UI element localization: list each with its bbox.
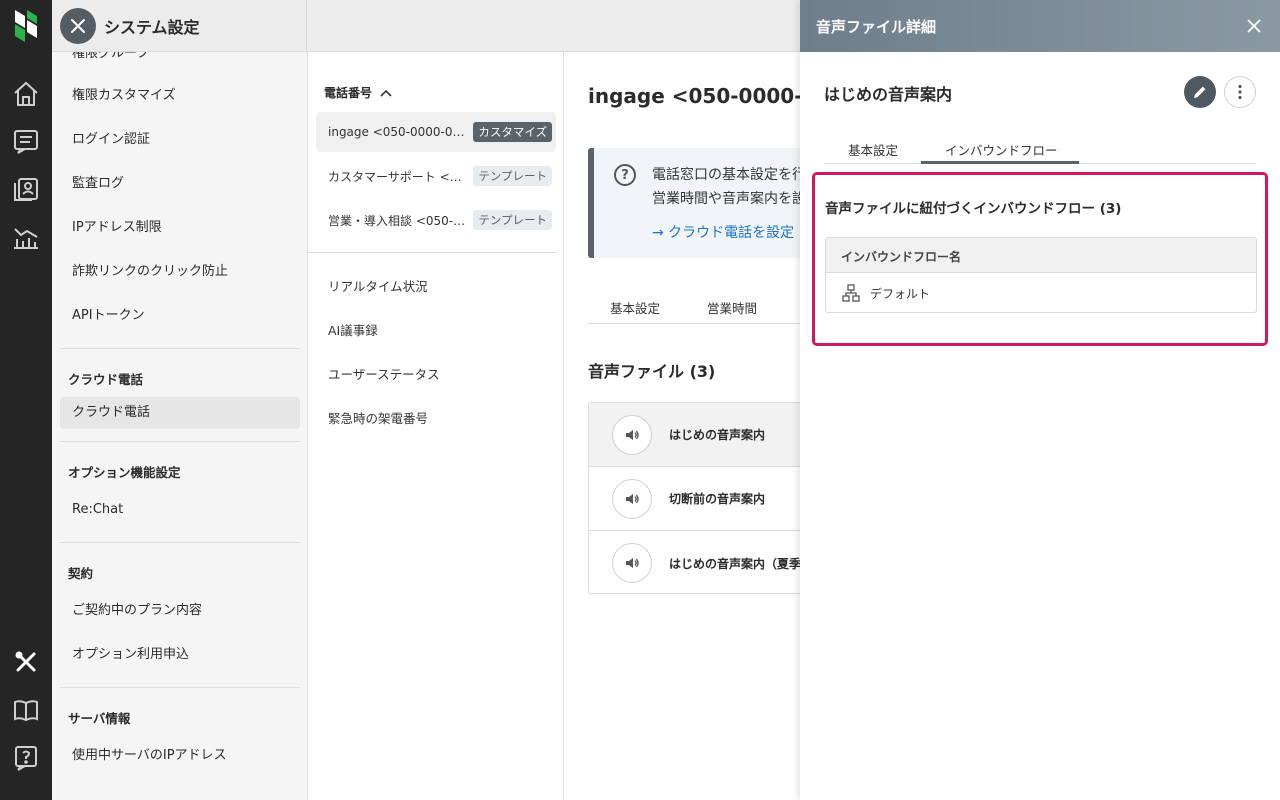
phone-list-divider [308, 252, 556, 253]
nav-item-server-ip[interactable]: 使用中サーバのIPアドレス [72, 746, 227, 766]
nav-item-ip-restriction[interactable]: IPアドレス制限 [72, 218, 162, 238]
table-row[interactable]: デフォルト [826, 274, 1256, 312]
phone-item-name: カスタマーサポート <050-0000-0000> [328, 169, 467, 184]
audio-file-name: 切断前の音声案内 [669, 492, 766, 506]
tab-business-hours[interactable]: 営業時間 [707, 298, 757, 317]
settings-nav: 権限グループ 権限カスタマイズ ログイン認証 監査ログ IPアドレス制限 詐欺リ… [52, 52, 308, 800]
nav-item-api-token[interactable]: APIトークン [72, 306, 145, 326]
help-icon[interactable] [10, 742, 42, 774]
inbound-flow-table: インバウンドフロー名 デフォルト [825, 237, 1257, 313]
nav-item-fraud-link[interactable]: 詐欺リンクのクリック防止 [72, 262, 228, 282]
cloud-phone-setup-link[interactable]: → クラウド電話を設定 [652, 222, 794, 242]
speaker-icon[interactable] [612, 414, 652, 455]
nav-divider [60, 348, 300, 349]
phone-group-toggle[interactable]: 電話番号 [324, 84, 392, 101]
table-header: インバウンドフロー名 [826, 238, 1256, 273]
flow-name: デフォルト [870, 286, 931, 301]
phone-item[interactable]: 営業・導入相談 <050-0000-0000> テンプレート [316, 200, 556, 240]
speaker-icon[interactable] [612, 543, 652, 583]
phone-item[interactable]: ingage <050-0000-0000> カスタマイズ [316, 112, 556, 152]
nav-section-options: オプション機能設定 [68, 465, 181, 480]
flow-diagram-icon [841, 283, 861, 303]
active-tab-indicator [921, 161, 1079, 164]
app-title: システム設定 [104, 18, 200, 37]
icon-rail [0, 0, 52, 800]
phone-item-badge: テンプレート [473, 210, 552, 230]
tools-icon[interactable] [10, 646, 42, 678]
home-icon[interactable] [10, 78, 42, 110]
nav-item-permission-customize[interactable]: 権限カスタマイズ [72, 86, 176, 106]
audio-file-title: はじめの音声案内 [824, 85, 953, 104]
book-icon[interactable] [10, 694, 42, 726]
nav-section-server: サーバ情報 [68, 711, 131, 726]
phone-item[interactable]: カスタマーサポート <050-0000-0000> テンプレート [316, 156, 556, 196]
nav-divider [60, 441, 300, 442]
app-header: システム設定 [52, 0, 307, 51]
link-realtime-status[interactable]: リアルタイム状況 [328, 276, 428, 295]
tab-basic-settings[interactable]: 基本設定 [610, 298, 660, 317]
speaker-icon[interactable] [612, 478, 652, 519]
phone-item-name: ingage <050-0000-0000> [328, 125, 468, 139]
nav-section-contract: 契約 [68, 566, 94, 581]
nav-divider [60, 542, 300, 543]
nav-item-permission-group[interactable]: 権限グループ [72, 52, 149, 64]
audio-file-name: はじめの音声案内 [669, 428, 766, 442]
nav-item-cloud-phone[interactable]: クラウド電話 [72, 403, 150, 423]
audio-files-title: 音声ファイル (3) [588, 362, 716, 381]
nav-item-login-auth[interactable]: ログイン認証 [72, 130, 150, 150]
drawer-header: 音声ファイル詳細 [800, 0, 1280, 52]
linked-flows-highlight: 音声ファイルに紐付づくインバウンドフロー (3) インバウンドフロー名 デフォル… [812, 172, 1268, 346]
nav-divider [60, 687, 300, 688]
nav-item-rechat[interactable]: Re:Chat [72, 500, 123, 520]
nav-item-audit-log[interactable]: 監査ログ [72, 174, 124, 194]
nav-item-plan[interactable]: ご契約中のプラン内容 [72, 601, 202, 621]
drawer-title: 音声ファイル詳細 [816, 18, 937, 36]
more-options-icon[interactable] [1224, 76, 1256, 108]
drawer-tabs: 基本設定 インバウンドフロー [824, 132, 1256, 164]
phone-item-badge: テンプレート [473, 166, 552, 186]
logo-icon[interactable] [12, 8, 40, 44]
pencil-icon[interactable] [1184, 76, 1216, 108]
phone-item-name: 営業・導入相談 <050-0000-0000> [328, 213, 468, 228]
question-icon: ? [614, 164, 636, 186]
tab-basic-settings[interactable]: 基本設定 [848, 140, 898, 159]
contact-card-icon[interactable] [10, 173, 42, 205]
message-icon[interactable] [10, 125, 42, 157]
phone-item-badge: カスタマイズ [473, 122, 552, 142]
link-ai-minutes[interactable]: AI議事録 [328, 320, 378, 339]
chevron-up-icon [380, 89, 392, 97]
close-icon[interactable] [1242, 14, 1266, 38]
phone-list-panel: 電話番号 ingage <050-0000-0000> カスタマイズ カスタマー… [308, 52, 564, 800]
nav-section-cloud-phone: クラウド電話 [68, 372, 144, 387]
phone-group-title: 電話番号 [324, 86, 373, 100]
link-user-status[interactable]: ユーザーステータス [328, 364, 440, 383]
analytics-icon[interactable] [10, 221, 42, 253]
nav-item-option-apply[interactable]: オプション利用申込 [72, 645, 189, 665]
audio-file-detail-drawer: 音声ファイル詳細 はじめの音声案内 基本設定 インバウンドフロー 音声ファイルに… [800, 0, 1280, 800]
link-emergency-number[interactable]: 緊急時の架電番号 [328, 408, 428, 427]
tab-inbound-flow[interactable]: インバウンドフロー [945, 140, 1058, 159]
linked-flows-title: 音声ファイルに紐付づくインバウンドフロー (3) [825, 201, 1122, 217]
settings-tools-icon [60, 8, 96, 44]
